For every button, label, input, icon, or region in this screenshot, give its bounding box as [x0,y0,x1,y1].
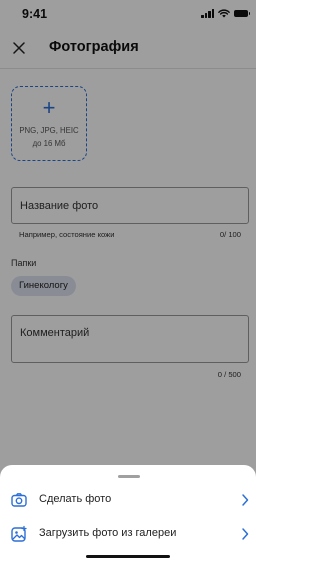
chevron-right-icon [242,528,249,540]
sheet-grabber[interactable] [118,475,140,478]
upload-from-gallery-label: Загрузить фото из галереи [39,527,177,539]
chevron-right-icon [242,494,249,506]
action-sheet: Сделать фото Загрузить фото из галереи [0,465,256,563]
take-photo-label: Сделать фото [39,493,112,505]
camera-icon [11,493,27,507]
home-indicator [86,555,170,558]
upload-from-gallery-item[interactable]: Загрузить фото из галереи [0,519,256,549]
gallery-icon [11,525,27,542]
take-photo-item[interactable]: Сделать фото [0,485,256,515]
